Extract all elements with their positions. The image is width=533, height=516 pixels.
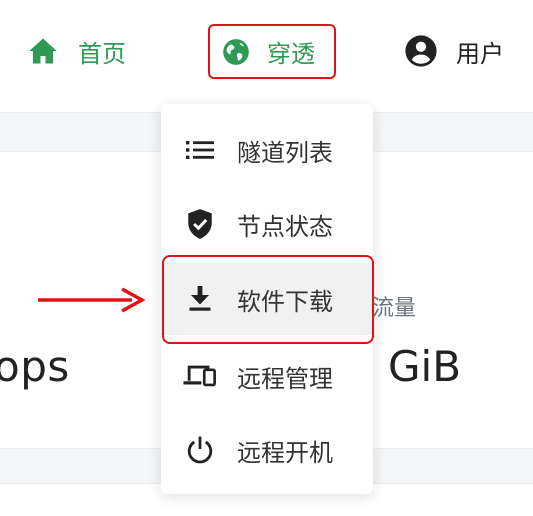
menu-item-label: 远程开机 xyxy=(237,438,333,467)
power-icon xyxy=(183,435,217,465)
stat-value-traffic: GiB xyxy=(388,342,462,391)
nav-tunnel-label: 穿透 xyxy=(267,40,315,68)
nav-home-label: 首页 xyxy=(78,39,126,68)
menu-item-node-status[interactable]: 节点状态 xyxy=(161,188,373,260)
annotation-arrow-icon xyxy=(38,287,146,313)
list-icon xyxy=(183,140,217,160)
account-circle-icon xyxy=(404,34,438,68)
nav-tunnel-menu-toggle[interactable]: 穿透 xyxy=(208,24,336,79)
download-icon xyxy=(183,286,217,312)
app-viewport: 首页 穿透 用户 ops 流量 GiB 隧道列表 节点状态 软件下载 远程管理 … xyxy=(0,0,533,516)
menu-item-remote-power-on[interactable]: 远程开机 xyxy=(161,414,373,486)
menu-item-software-download[interactable]: 软件下载 xyxy=(161,263,373,335)
nav-user-menu-toggle[interactable]: 用户 xyxy=(404,26,504,76)
home-icon xyxy=(28,37,58,65)
tunnel-dropdown-menu: 隧道列表 节点状态 软件下载 远程管理 远程开机 xyxy=(161,104,373,494)
menu-item-label: 节点状态 xyxy=(237,212,333,241)
shield-check-icon xyxy=(183,208,217,240)
stat-label-traffic: 流量 xyxy=(372,296,417,321)
top-navbar: 首页 穿透 用户 xyxy=(0,0,533,102)
menu-item-tunnel-list[interactable]: 隧道列表 xyxy=(161,114,373,186)
nav-user-label: 用户 xyxy=(456,39,504,68)
devices-icon xyxy=(183,363,217,389)
nav-home-link[interactable]: 首页 xyxy=(28,26,126,76)
menu-item-label: 远程管理 xyxy=(237,364,333,393)
menu-item-remote-management[interactable]: 远程管理 xyxy=(161,340,373,412)
globe-icon xyxy=(222,38,250,66)
stat-value-left: ops xyxy=(0,342,70,391)
menu-item-label: 隧道列表 xyxy=(237,138,333,167)
menu-item-label: 软件下载 xyxy=(237,287,333,316)
